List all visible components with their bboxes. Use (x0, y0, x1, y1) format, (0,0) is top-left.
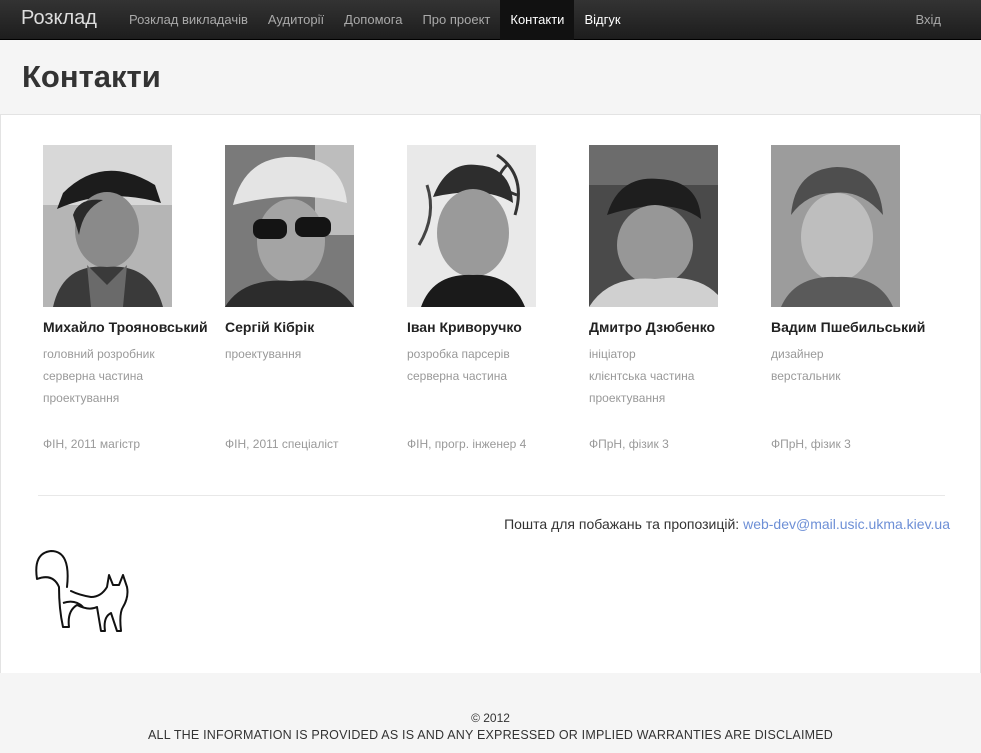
main-nav: Розклад викладачів Аудиторії Допомога Пр… (119, 0, 631, 40)
person-education: ФПрН, фізик 3 (771, 437, 851, 451)
brand-link[interactable]: Розклад (21, 7, 97, 30)
top-navbar: Розклад Розклад викладачів Аудиторії Доп… (0, 0, 981, 40)
person-role: дизайнер (771, 347, 824, 361)
person-photo (407, 145, 536, 307)
person-photo (43, 145, 172, 307)
person-card: Іван Криворучко розробка парсерів сервер… (407, 145, 582, 387)
page-header: Контакти (0, 40, 981, 115)
contact-text: Пошта для побажань та пропозицій: (504, 516, 740, 532)
person-card: Сергій Кібрік проектування (225, 145, 400, 365)
person-roles: головний розробник серверна частина прое… (43, 343, 218, 409)
contact-line: Пошта для побажань та пропозицій: web-de… (504, 516, 950, 532)
nav-item-teachers[interactable]: Розклад викладачів (119, 0, 258, 40)
person-card: Дмитро Дзюбенко ініціатор клієнтська час… (589, 145, 764, 409)
person-name: Сергій Кібрік (225, 319, 315, 335)
nav-item-help[interactable]: Допомога (334, 0, 412, 40)
person-role: розробка парсерів (407, 347, 510, 361)
person-education: ФПрН, фізик 3 (589, 437, 669, 451)
person-roles: розробка парсерів серверна частина (407, 343, 582, 387)
person-roles: ініціатор клієнтська частина проектуванн… (589, 343, 764, 409)
person-role: проектування (589, 391, 666, 405)
page-title: Контакти (22, 59, 161, 94)
fox-logo-icon (35, 550, 129, 632)
person-name: Вадим Пшебильський (771, 319, 926, 335)
person-education: ФІН, прогр. інженер 4 (407, 437, 527, 451)
person-name: Михайло Трояновський (43, 319, 208, 335)
person-role: клієнтська частина (589, 369, 695, 383)
person-role: ініціатор (589, 347, 636, 361)
person-roles: дизайнер верстальник (771, 343, 946, 387)
contact-email-link[interactable]: web-dev@mail.usic.ukma.kiev.ua (743, 516, 950, 532)
nav-item-rooms[interactable]: Аудиторії (258, 0, 334, 40)
person-name: Іван Криворучко (407, 319, 522, 335)
footer: © 2012 ALL THE INFORMATION IS PROVIDED A… (0, 673, 981, 753)
contacts-content: Михайло Трояновський головний розробник … (0, 115, 981, 673)
login-link[interactable]: Вхід (916, 0, 942, 40)
person-role: проектування (43, 391, 120, 405)
person-photo (589, 145, 718, 307)
person-education: ФІН, 2011 спеціаліст (225, 437, 339, 451)
person-role: головний розробник (43, 347, 155, 361)
person-role: серверна частина (43, 369, 143, 383)
person-card: Вадим Пшебильський дизайнер верстальник (771, 145, 946, 387)
person-roles: проектування (225, 343, 400, 365)
person-photo (771, 145, 900, 307)
person-education: ФІН, 2011 магістр (43, 437, 141, 451)
person-role: серверна частина (407, 369, 507, 383)
person-role: проектування (225, 347, 302, 361)
disclaimer-text: ALL THE INFORMATION IS PROVIDED AS IS AN… (148, 728, 833, 742)
person-card: Михайло Трояновський головний розробник … (43, 145, 218, 409)
divider (38, 495, 945, 496)
person-name: Дмитро Дзюбенко (589, 319, 716, 335)
nav-item-feedback[interactable]: Відгук (574, 0, 630, 40)
person-role: верстальник (771, 369, 841, 383)
copyright-text: © 2012 (471, 711, 510, 725)
nav-item-contacts[interactable]: Контакти (500, 0, 575, 40)
nav-item-about[interactable]: Про проект (412, 0, 500, 40)
person-photo (225, 145, 354, 307)
